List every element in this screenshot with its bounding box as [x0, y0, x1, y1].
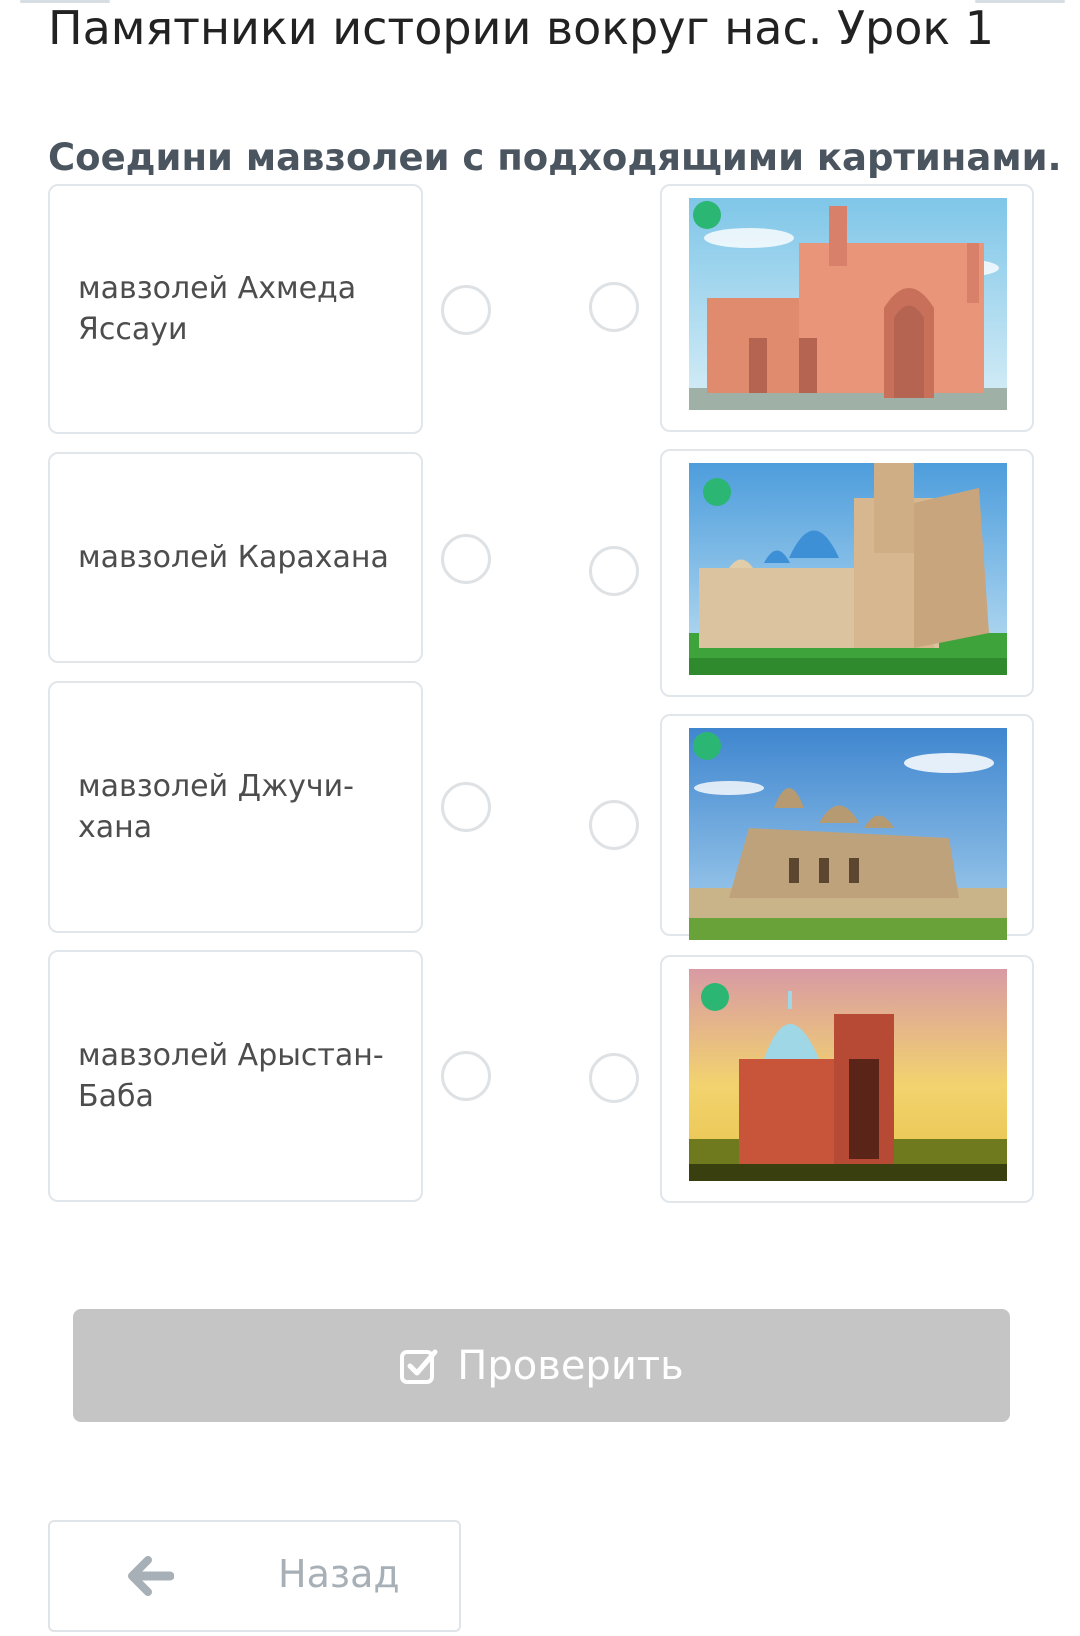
check-square-icon [400, 1349, 438, 1384]
left-connector-radio-2[interactable] [441, 534, 491, 584]
match-left-label: мавзолей Джучи-хана [78, 769, 354, 845]
back-button-label: Назад [278, 1552, 400, 1596]
arrow-left-icon [128, 1556, 174, 1596]
match-left-label: мавзолей Арыстан-Баба [78, 1038, 384, 1114]
check-button[interactable]: Проверить [73, 1309, 1010, 1422]
watermark-badge [693, 732, 721, 760]
match-right-item-2[interactable] [660, 449, 1034, 697]
watermark-badge [703, 478, 731, 506]
left-connector-radio-4[interactable] [441, 1051, 491, 1101]
mausoleum-image-pink-portal [689, 198, 1007, 410]
right-connector-radio-4[interactable] [589, 1053, 639, 1103]
question-text: Соедини мавзолеи с подходящими картинами… [48, 136, 1062, 179]
match-left-label: мавзолей Ахмеда Яссауи [78, 271, 357, 347]
mausoleum-image-glass-dome [689, 969, 1007, 1181]
match-right-item-4[interactable] [660, 955, 1034, 1203]
match-right-item-1[interactable] [660, 184, 1034, 432]
left-connector-radio-3[interactable] [441, 782, 491, 832]
right-connector-radio-2[interactable] [589, 546, 639, 596]
mausoleum-image-blue-domes [689, 463, 1007, 675]
right-connector-radio-1[interactable] [589, 282, 639, 332]
match-left-item-3[interactable]: мавзолей Джучи-хана [48, 681, 423, 933]
match-left-item-4[interactable]: мавзолей Арыстан-Баба [48, 950, 423, 1202]
right-connector-radio-3[interactable] [589, 800, 639, 850]
mausoleum-image-clay-domes [689, 728, 1007, 940]
watermark-badge [701, 983, 729, 1011]
match-left-item-2[interactable]: мавзолей Карахана [48, 452, 423, 663]
match-left-item-1[interactable]: мавзолей Ахмеда Яссауи [48, 184, 423, 434]
match-right-item-3[interactable] [660, 714, 1034, 940]
watermark-badge [693, 201, 721, 229]
match-left-label: мавзолей Карахана [78, 540, 389, 575]
lesson-title: Памятники истории вокруг нас. Урок 1 [48, 1, 995, 55]
left-connector-radio-1[interactable] [441, 285, 491, 335]
back-button[interactable]: Назад [48, 1520, 461, 1632]
check-button-label: Проверить [457, 1342, 684, 1389]
